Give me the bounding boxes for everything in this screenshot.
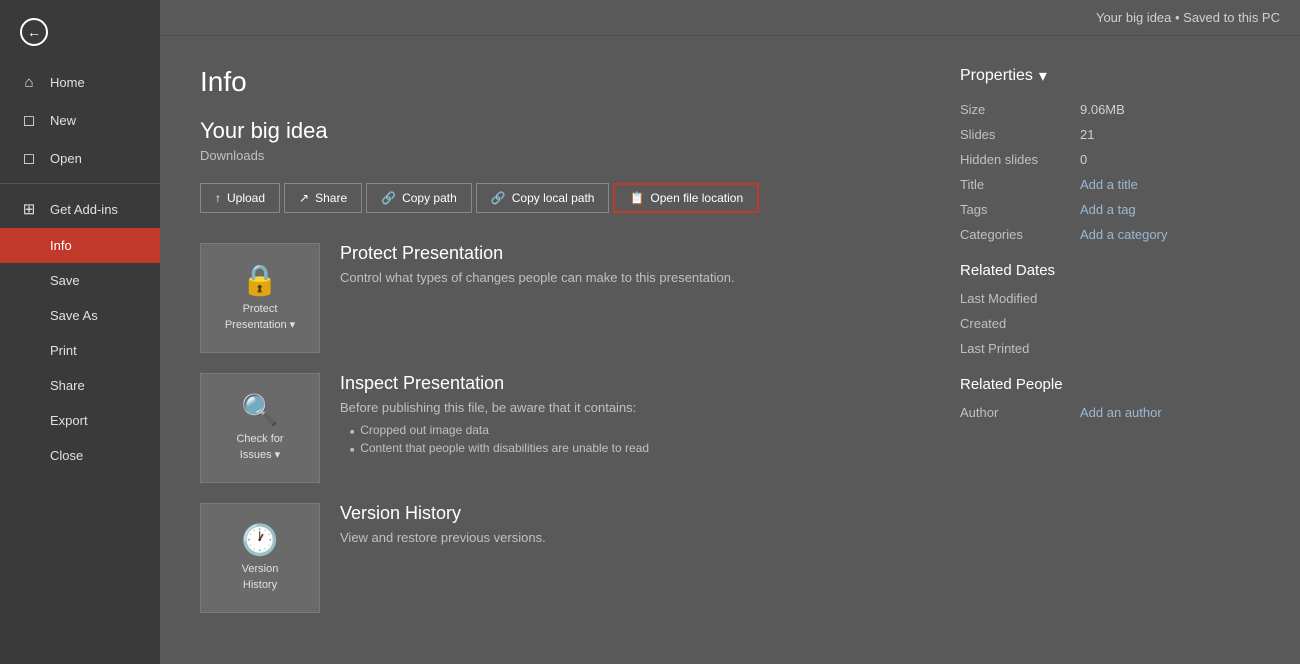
inspect-bullet-2: Content that people with disabilities ar… (350, 439, 649, 457)
prop-last-modified: Last Modified (960, 291, 1260, 306)
prop-slides: Slides 21 (960, 127, 1260, 142)
prop-created-label: Created (960, 316, 1080, 331)
properties-dropdown-icon[interactable]: ▾ (1039, 66, 1047, 86)
version-history-title: Version History (340, 503, 546, 524)
prop-categories-value[interactable]: Add a category (1080, 227, 1167, 242)
inspect-presentation-content: Inspect Presentation Before publishing t… (340, 373, 649, 457)
file-path: Downloads (200, 148, 920, 163)
prop-title: Title Add a title (960, 177, 1260, 192)
sidebar-item-export[interactable]: Export (0, 403, 160, 438)
lock-icon: 🔒 (241, 263, 278, 298)
prop-author: Author Add an author (960, 405, 1260, 420)
prop-tags: Tags Add a tag (960, 202, 1260, 217)
prop-tags-value[interactable]: Add a tag (1080, 202, 1136, 217)
inspect-presentation-desc: Before publishing this file, be aware th… (340, 400, 649, 415)
prop-title-label: Title (960, 177, 1080, 192)
copy-path-icon: 🔗 (381, 191, 396, 205)
prop-last-printed: Last Printed (960, 341, 1260, 356)
copy-local-path-button[interactable]: 🔗 Copy local path (476, 183, 610, 213)
sidebar-item-info[interactable]: Info (0, 228, 160, 263)
left-panel: Info Your big idea Downloads ↑ Upload ↗ … (200, 66, 920, 633)
copy-path-button[interactable]: 🔗 Copy path (366, 183, 472, 213)
inspect-presentation-title: Inspect Presentation (340, 373, 649, 394)
protect-presentation-card: 🔒 ProtectPresentation ▾ Protect Presenta… (200, 243, 920, 353)
protect-presentation-content: Protect Presentation Control what types … (340, 243, 735, 291)
sidebar-item-get-addins[interactable]: ⊞ Get Add-ins (0, 190, 160, 228)
action-buttons: ↑ Upload ↗ Share 🔗 Copy path 🔗 Copy loca… (200, 183, 920, 213)
related-people-title: Related People (960, 376, 1260, 393)
page-title: Info (200, 66, 920, 98)
prop-hidden-slides-label: Hidden slides (960, 152, 1080, 167)
prop-slides-label: Slides (960, 127, 1080, 142)
main-panel: Your big idea • Saved to this PC Info Yo… (160, 0, 1300, 664)
version-history-content: Version History View and restore previou… (340, 503, 546, 551)
protect-presentation-desc: Control what types of changes people can… (340, 270, 735, 285)
file-name: Your big idea (200, 118, 920, 144)
version-history-desc: View and restore previous versions. (340, 530, 546, 545)
inspect-icon: 🔍 (241, 393, 278, 428)
sidebar-divider (0, 183, 160, 184)
sidebar-item-save[interactable]: Save (0, 263, 160, 298)
status-text: Your big idea • Saved to this PC (1096, 10, 1280, 25)
addins-icon: ⊞ (20, 200, 38, 218)
prop-size-value: 9.06MB (1080, 102, 1125, 117)
prop-slides-value: 21 (1080, 127, 1094, 142)
sidebar-item-open[interactable]: ◻ Open (0, 139, 160, 177)
sidebar: ← ⌂ Home ◻ New ◻ Open ⊞ Get Add-ins Info… (0, 0, 160, 664)
prop-created: Created (960, 316, 1260, 331)
prop-categories: Categories Add a category (960, 227, 1260, 242)
prop-hidden-slides-value: 0 (1080, 152, 1087, 167)
properties-title-text: Properties (960, 67, 1033, 85)
prop-categories-label: Categories (960, 227, 1080, 242)
prop-size: Size 9.06MB (960, 102, 1260, 117)
sidebar-item-save-as[interactable]: Save As (0, 298, 160, 333)
check-for-issues-button[interactable]: 🔍 Check forIssues ▾ (200, 373, 320, 483)
related-dates-title: Related Dates (960, 262, 1260, 279)
content-area: Info Your big idea Downloads ↑ Upload ↗ … (160, 36, 1300, 663)
back-button[interactable]: ← (0, 0, 160, 64)
sidebar-item-new[interactable]: ◻ New (0, 101, 160, 139)
top-bar: Your big idea • Saved to this PC (160, 0, 1300, 36)
inspect-presentation-card: 🔍 Check forIssues ▾ Inspect Presentation… (200, 373, 920, 483)
prop-title-value[interactable]: Add a title (1080, 177, 1138, 192)
prop-last-modified-label: Last Modified (960, 291, 1080, 306)
open-icon: ◻ (20, 149, 38, 167)
new-icon: ◻ (20, 111, 38, 129)
sidebar-item-print[interactable]: Print (0, 333, 160, 368)
protect-presentation-button[interactable]: 🔒 ProtectPresentation ▾ (200, 243, 320, 353)
prop-tags-label: Tags (960, 202, 1080, 217)
protect-presentation-title: Protect Presentation (340, 243, 735, 264)
history-icon: 🕐 (241, 523, 278, 558)
prop-size-label: Size (960, 102, 1080, 117)
version-history-card: 🕐 VersionHistory Version History View an… (200, 503, 920, 613)
properties-panel: Properties ▾ Size 9.06MB Slides 21 Hidde… (960, 66, 1260, 633)
sidebar-nav: ⌂ Home ◻ New ◻ Open ⊞ Get Add-ins Info S… (0, 64, 160, 664)
share-button[interactable]: ↗ Share (284, 183, 362, 213)
prop-hidden-slides: Hidden slides 0 (960, 152, 1260, 167)
inspect-bullets: Cropped out image data Content that peop… (340, 421, 649, 457)
open-file-location-icon: 📋 (629, 191, 644, 205)
home-icon: ⌂ (20, 74, 38, 91)
prop-author-value[interactable]: Add an author (1080, 405, 1162, 420)
share-btn-icon: ↗ (299, 191, 309, 205)
prop-author-label: Author (960, 405, 1080, 420)
sidebar-item-home[interactable]: ⌂ Home (0, 64, 160, 101)
open-file-location-button[interactable]: 📋 Open file location (613, 183, 759, 213)
properties-header: Properties ▾ (960, 66, 1260, 86)
back-icon: ← (20, 18, 48, 46)
inspect-bullet-1: Cropped out image data (350, 421, 649, 439)
upload-icon: ↑ (215, 191, 221, 205)
version-history-button[interactable]: 🕐 VersionHistory (200, 503, 320, 613)
prop-last-printed-label: Last Printed (960, 341, 1080, 356)
sidebar-item-close[interactable]: Close (0, 438, 160, 473)
copy-local-path-icon: 🔗 (491, 191, 506, 205)
sidebar-item-share[interactable]: Share (0, 368, 160, 403)
upload-button[interactable]: ↑ Upload (200, 183, 280, 213)
